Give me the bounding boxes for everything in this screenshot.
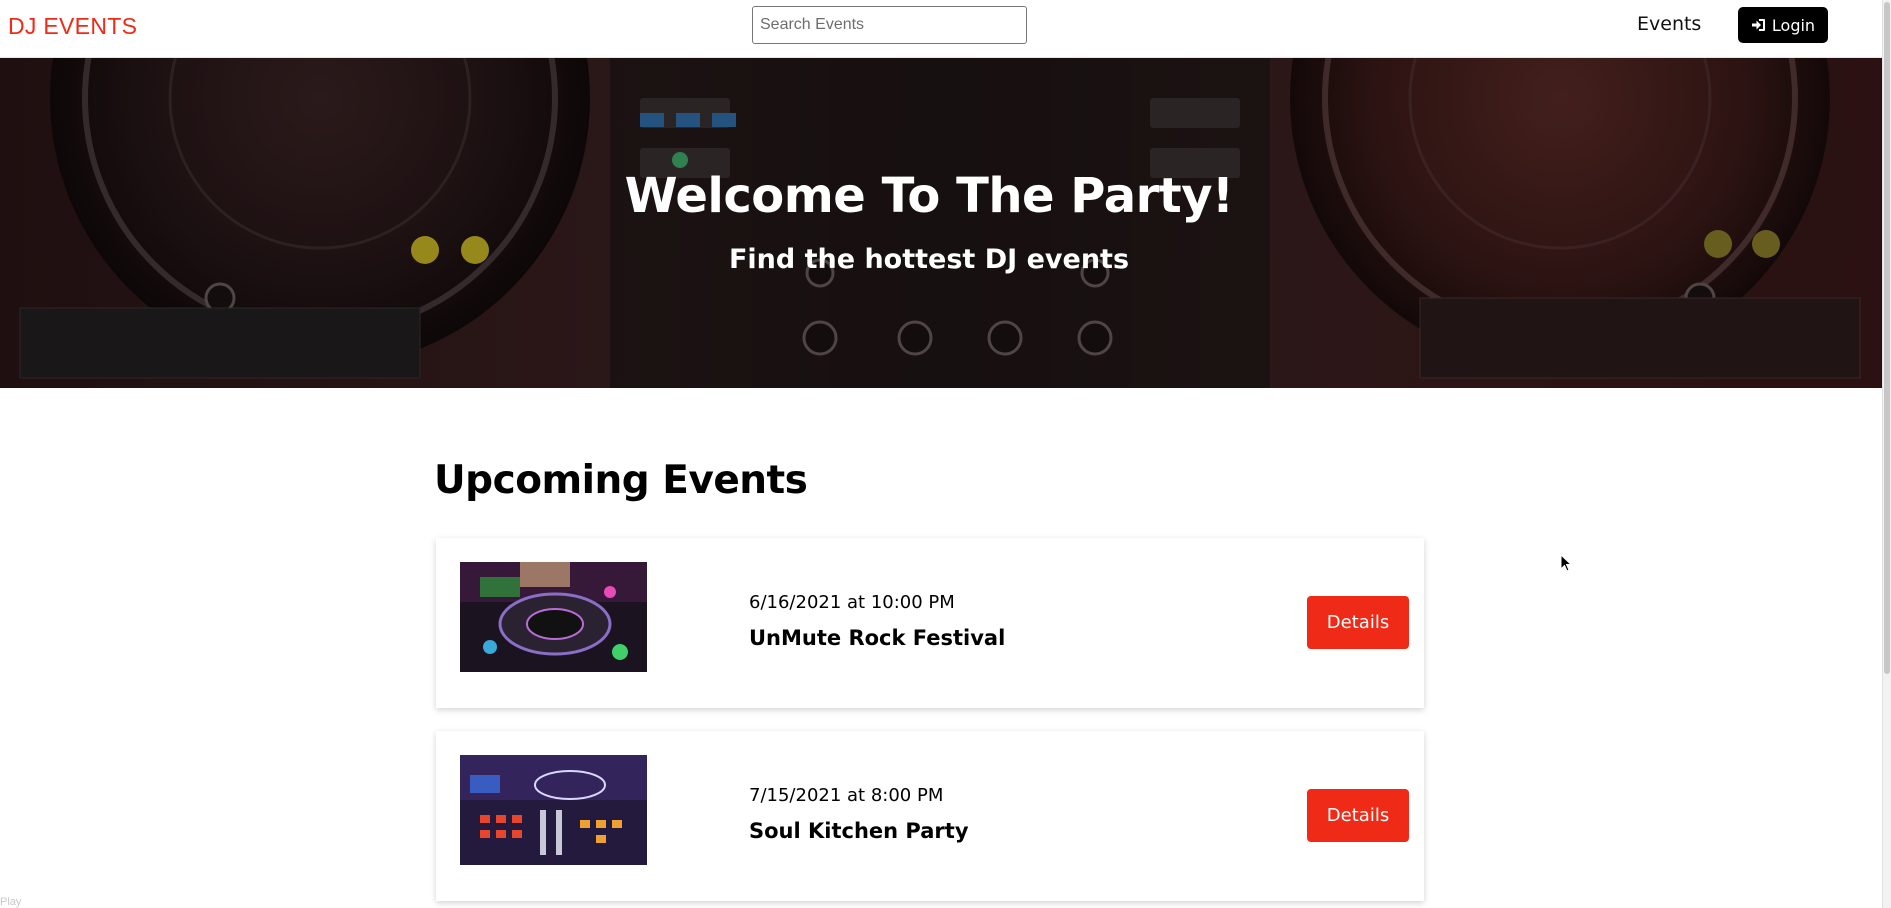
sign-in-icon: [1751, 19, 1765, 31]
page-scrollbar[interactable]: [1882, 0, 1891, 908]
event-title[interactable]: Soul Kitchen Party: [749, 819, 969, 843]
nav-link-events[interactable]: Events: [1637, 13, 1701, 35]
event-card: 7/15/2021 at 8:00 PM Soul Kitchen Party …: [436, 731, 1424, 901]
details-button[interactable]: Details: [1307, 789, 1409, 842]
hero-subtitle: Find the hottest DJ events: [728, 244, 1130, 275]
search-input[interactable]: [752, 6, 1027, 44]
hero-title: Welcome To The Party!: [624, 168, 1234, 224]
play-label: Play: [0, 896, 22, 908]
event-image: [460, 755, 647, 865]
event-title[interactable]: UnMute Rock Festival: [749, 626, 1005, 650]
mouse-cursor-icon: [1560, 554, 1573, 572]
event-date: 6/16/2021 at 10:00 PM: [749, 592, 955, 613]
upcoming-events-heading: Upcoming Events: [434, 458, 808, 503]
event-date: 7/15/2021 at 8:00 PM: [749, 785, 944, 806]
scrollbar-thumb[interactable]: [1884, 2, 1890, 674]
hero-banner: Welcome To The Party! Find the hottest D…: [0, 58, 1882, 388]
top-navbar: DJ EVENTS Events Login: [0, 0, 1882, 58]
event-image: [460, 562, 647, 672]
event-card: 6/16/2021 at 10:00 PM UnMute Rock Festiv…: [436, 538, 1424, 708]
login-label: Login: [1771, 15, 1816, 35]
site-logo[interactable]: DJ EVENTS: [8, 13, 137, 40]
details-button[interactable]: Details: [1307, 596, 1409, 649]
login-button[interactable]: Login: [1738, 7, 1828, 43]
